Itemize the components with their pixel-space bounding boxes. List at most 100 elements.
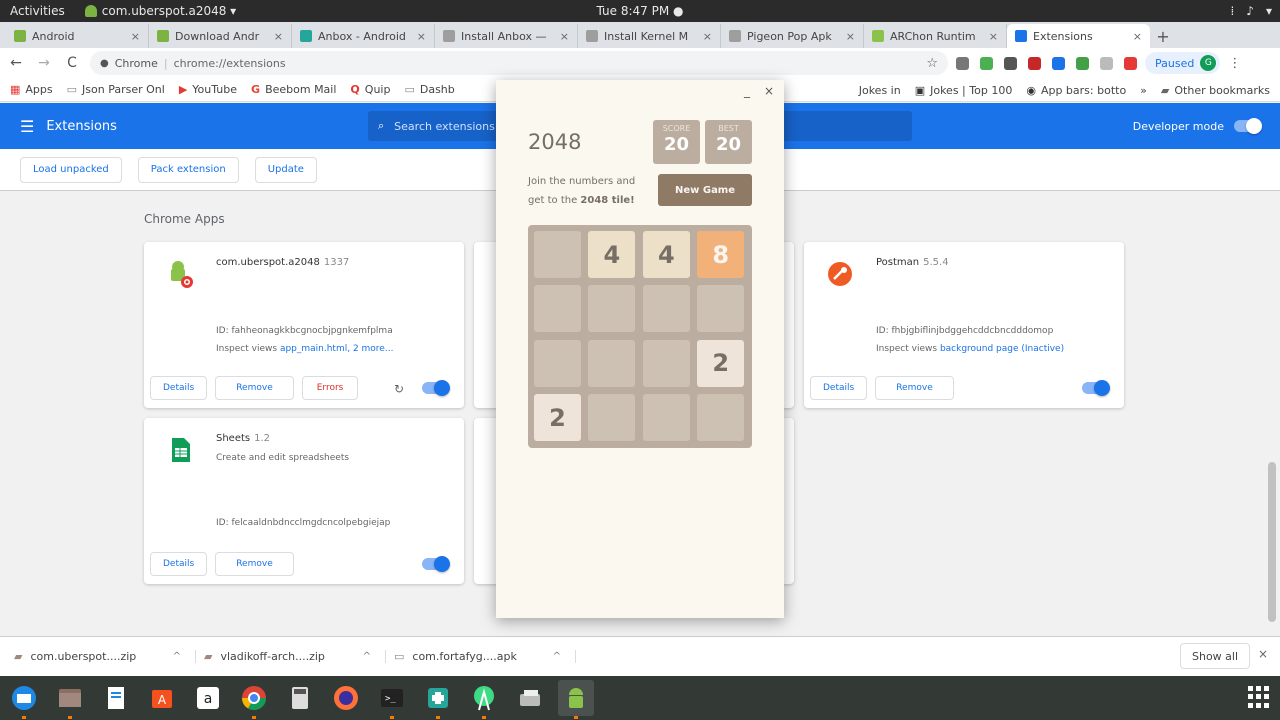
- bookmark-json-parser[interactable]: ▭ Json Parser Onl: [67, 83, 165, 96]
- system-tray[interactable]: ⁞ ♪ ▾: [1230, 4, 1272, 18]
- tab-close-icon[interactable]: ×: [1133, 30, 1142, 43]
- remove-button[interactable]: Remove: [875, 376, 954, 400]
- extension-icon[interactable]: [1004, 56, 1017, 70]
- details-button[interactable]: Details: [810, 376, 868, 400]
- running-indicator: [390, 716, 394, 719]
- browser-tab[interactable]: Anbox - Android ×: [292, 24, 435, 48]
- bookmark-youtube[interactable]: ▶ YouTube: [179, 83, 237, 96]
- bookmark-dashboard[interactable]: ▭ Dashb: [404, 83, 454, 96]
- new-tab-button[interactable]: +: [1150, 24, 1176, 48]
- bookmark-app-bars[interactable]: ◉ App bars: botto: [1026, 84, 1126, 97]
- download-item[interactable]: ▰ vladikoff-arch....zip ^: [204, 650, 386, 663]
- download-item[interactable]: ▭ com.fortafyg....apk ^: [394, 650, 576, 663]
- quip-icon: Q: [350, 83, 360, 96]
- amazon-icon[interactable]: a: [190, 680, 226, 716]
- tab-close-icon[interactable]: ×: [274, 30, 283, 43]
- browser-tab[interactable]: Extensions ×: [1007, 24, 1150, 48]
- enable-toggle[interactable]: [1082, 380, 1110, 396]
- game-board[interactable]: 44822: [528, 225, 752, 448]
- details-button[interactable]: Details: [150, 376, 208, 400]
- extension-icon[interactable]: [1100, 56, 1113, 70]
- minimize-icon[interactable]: _: [744, 84, 750, 98]
- browser-tab[interactable]: Download Andr ×: [149, 24, 292, 48]
- address-bar[interactable]: ● Chrome | chrome://extensions ☆: [90, 51, 948, 75]
- app-menu[interactable]: com.uberspot.a2048 ▾: [75, 4, 236, 18]
- bookmark-beebom-mail[interactable]: G Beebom Mail: [251, 83, 336, 96]
- extension-icon[interactable]: [1052, 56, 1065, 70]
- anbox-icon[interactable]: [420, 680, 456, 719]
- more-menu-icon[interactable]: ⋮: [1228, 56, 1241, 71]
- errors-button[interactable]: Errors: [301, 376, 359, 400]
- calculator-icon[interactable]: [282, 680, 318, 716]
- tab-close-icon[interactable]: ×: [560, 30, 569, 43]
- extension-icon[interactable]: [1028, 56, 1041, 70]
- new-game-button[interactable]: New Game: [658, 174, 752, 206]
- scanner-icon[interactable]: [512, 680, 548, 716]
- firefox-icon[interactable]: [328, 680, 364, 716]
- bookmark-label: Other bookmarks: [1174, 83, 1270, 97]
- chrome-icon[interactable]: [236, 680, 272, 719]
- reload-button[interactable]: C: [62, 55, 82, 71]
- browser-tab[interactable]: Install Anbox — ×: [435, 24, 578, 48]
- show-applications-icon[interactable]: [1248, 686, 1270, 708]
- tab-close-icon[interactable]: ×: [703, 30, 712, 43]
- page-scrollbar[interactable]: [1268, 462, 1276, 622]
- extension-icon[interactable]: [980, 56, 993, 70]
- details-button[interactable]: Details: [150, 552, 208, 576]
- remove-button[interactable]: Remove: [215, 552, 294, 576]
- developer-mode-toggle[interactable]: [1234, 118, 1262, 134]
- tab-close-icon[interactable]: ×: [131, 30, 140, 43]
- network-icon: ⁞: [1230, 4, 1235, 18]
- browser-tab[interactable]: Install Kernel M ×: [578, 24, 721, 48]
- bookmarks-overflow[interactable]: »: [1140, 84, 1147, 97]
- reload-icon[interactable]: ↻: [394, 382, 404, 396]
- tab-close-icon[interactable]: ×: [989, 30, 998, 43]
- forward-button[interactable]: →: [34, 55, 54, 71]
- tab-close-icon[interactable]: ×: [846, 30, 855, 43]
- tab-close-icon[interactable]: ×: [417, 30, 426, 43]
- writer-icon[interactable]: [98, 680, 134, 716]
- extension-icon[interactable]: [956, 56, 969, 70]
- activities-button[interactable]: Activities: [0, 4, 75, 18]
- tab-label: ARChon Runtim: [890, 29, 976, 43]
- bookmark-apps[interactable]: ▦ Apps: [10, 83, 53, 96]
- software-icon[interactable]: A: [144, 680, 180, 716]
- browser-tab[interactable]: ARChon Runtim ×: [864, 24, 1007, 48]
- browser-tab[interactable]: Pigeon Pop Apk ×: [721, 24, 864, 48]
- chevron-up-icon[interactable]: ^: [553, 651, 561, 662]
- inspect-link[interactable]: app_main.html, 2 more...: [280, 344, 394, 354]
- hamburger-menu-icon[interactable]: ☰: [20, 117, 34, 136]
- load-unpacked-button[interactable]: Load unpacked: [20, 156, 122, 183]
- bookmark-quip[interactable]: Q Quip: [350, 83, 390, 96]
- download-item[interactable]: ▰ com.uberspot....zip ^: [14, 650, 196, 663]
- show-all-button[interactable]: Show all: [1180, 643, 1250, 669]
- android-app-icon[interactable]: [558, 680, 594, 719]
- close-icon[interactable]: ×: [1258, 647, 1268, 661]
- site-info-icon[interactable]: ●: [100, 58, 109, 69]
- enable-toggle[interactable]: [422, 556, 450, 572]
- android-studio-icon[interactable]: [466, 680, 502, 719]
- bookmark-other[interactable]: ▰ Other bookmarks: [1161, 84, 1270, 97]
- terminal-icon[interactable]: >_: [374, 680, 410, 719]
- back-button[interactable]: ←: [6, 55, 26, 71]
- thunderbird-icon[interactable]: [6, 680, 42, 719]
- extension-icon[interactable]: [1076, 56, 1089, 70]
- close-icon[interactable]: ×: [764, 84, 774, 98]
- update-button[interactable]: Update: [254, 156, 317, 183]
- bookmark-star-icon[interactable]: ☆: [926, 56, 938, 71]
- enable-toggle[interactable]: [422, 380, 450, 396]
- pack-extension-button[interactable]: Pack extension: [137, 156, 239, 183]
- extension-icon[interactable]: [1124, 56, 1137, 70]
- chevron-up-icon[interactable]: ^: [173, 651, 181, 662]
- browser-tab[interactable]: Android ×: [6, 24, 149, 48]
- inspect-link[interactable]: background page (Inactive): [940, 344, 1064, 354]
- bookmark-jokes-in[interactable]: Jokes in: [859, 84, 901, 97]
- url-text[interactable]: chrome://extensions: [174, 57, 921, 70]
- tile-8: 8: [697, 231, 745, 278]
- running-indicator: [482, 716, 486, 719]
- profile-paused-button[interactable]: Paused G: [1145, 52, 1221, 74]
- bookmark-jokes-top[interactable]: ▣ Jokes | Top 100: [915, 84, 1013, 97]
- files-icon[interactable]: [52, 680, 88, 719]
- remove-button[interactable]: Remove: [215, 376, 294, 400]
- chevron-up-icon[interactable]: ^: [363, 651, 371, 662]
